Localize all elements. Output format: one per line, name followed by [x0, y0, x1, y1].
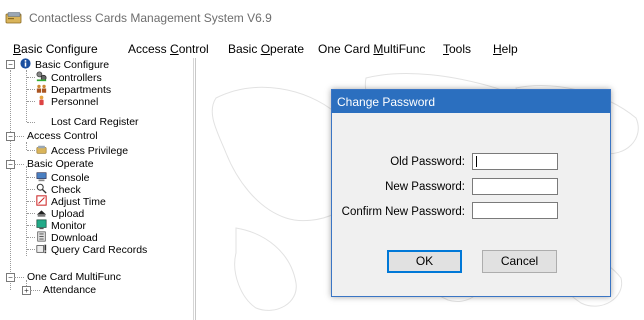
tree-label: Basic Operate — [27, 158, 94, 170]
tree-lost-card-register[interactable]: Lost Card Register — [51, 116, 139, 128]
menu-basic-configure-rest: asic Configure — [21, 42, 98, 56]
old-password-label: Old Password: — [390, 156, 465, 168]
change-password-dialog: Change Password Old Password: New Passwo… — [331, 89, 611, 297]
tree-connector — [10, 70, 11, 290]
tree-label: One Card MultiFunc — [27, 271, 121, 283]
window-titlebar: Contactless Cards Management System V6.9 — [0, 0, 644, 34]
tree-label: Personnel — [51, 96, 99, 108]
confirm-password-field[interactable] — [472, 202, 558, 219]
tree-connector — [27, 122, 35, 123]
tree-console[interactable]: Console — [35, 171, 90, 184]
dialog-titlebar[interactable]: Change Password — [332, 90, 610, 113]
tree-departments[interactable]: Departments — [35, 83, 111, 96]
tree-connector — [27, 237, 35, 238]
download-icon — [37, 231, 46, 242]
tree-connector — [14, 277, 24, 278]
tree-check[interactable]: Check — [35, 183, 81, 196]
controllers-icon — [36, 71, 47, 82]
tree-download[interactable]: Download — [35, 231, 98, 244]
menu-bar: Basic Configure Access Control Basic Ope… — [0, 40, 644, 58]
menu-help[interactable]: Help — [493, 42, 518, 56]
query-records-icon — [36, 244, 47, 254]
tree-label: Attendance — [43, 284, 97, 296]
console-icon — [36, 172, 47, 182]
tree-label: Access Privilege — [51, 145, 129, 157]
tree-one-card-multifunc[interactable]: One Card MultiFunc — [27, 271, 121, 283]
collapse-toggle[interactable]: − — [6, 60, 15, 69]
tree-connector — [14, 164, 24, 165]
access-card-icon — [36, 145, 47, 154]
tree-connector — [27, 201, 35, 202]
tree-connector — [27, 225, 35, 226]
tree-basic-configure[interactable]: Basic Configure — [19, 58, 110, 71]
tree-connector — [27, 77, 35, 78]
tree-upload[interactable]: Upload — [35, 207, 84, 220]
tree-connector — [14, 136, 24, 137]
tree-connector — [27, 213, 35, 214]
tree-connector — [27, 101, 35, 102]
monitor-icon — [36, 219, 47, 230]
tree-adjust-time[interactable]: Adjust Time — [35, 195, 106, 208]
menu-basic-operate[interactable]: Basic Operate — [228, 42, 304, 56]
tree-label: Access Control — [27, 130, 98, 142]
tree-attendance[interactable]: Attendance — [43, 284, 96, 296]
dialog-title: Change Password — [337, 95, 436, 109]
check-icon — [36, 183, 47, 194]
ok-button[interactable]: OK — [387, 250, 462, 273]
tree-label: Lost Card Register — [51, 116, 139, 128]
menu-basic-configure[interactable]: Basic Configure — [13, 42, 98, 56]
tree-access-privilege[interactable]: Access Privilege — [35, 144, 129, 157]
tree-label: Basic Configure — [35, 59, 110, 71]
tree-monitor[interactable]: Monitor — [35, 219, 86, 232]
tree-label: Query Card Records — [51, 244, 148, 256]
old-password-field[interactable] — [472, 153, 558, 170]
tree-connector — [27, 89, 35, 90]
menu-access-control[interactable]: Access Control — [128, 42, 209, 56]
departments-icon — [36, 84, 47, 93]
tree-connector — [27, 249, 35, 250]
tree-connector — [27, 189, 35, 190]
tree-connector — [26, 142, 27, 150]
menu-tools[interactable]: Tools — [443, 42, 471, 56]
text-caret — [476, 156, 477, 167]
window-title: Contactless Cards Management System V6.9 — [29, 11, 272, 25]
new-password-field[interactable] — [472, 178, 558, 195]
tree-connector — [30, 290, 40, 291]
tree-basic-operate[interactable]: Basic Operate — [27, 158, 94, 170]
tree-personnel[interactable]: Personnel — [35, 95, 99, 108]
tree-connector — [27, 177, 35, 178]
new-password-label: New Password: — [385, 181, 465, 193]
upload-icon — [36, 210, 47, 217]
menu-one-card-multifunc[interactable]: One Card MultiFunc — [318, 42, 425, 56]
tree-access-control[interactable]: Access Control — [27, 130, 98, 142]
navigation-tree: − Basic Configure Controllers Department… — [0, 58, 194, 320]
personnel-icon — [39, 95, 44, 106]
confirm-password-label: Confirm New Password: — [341, 206, 465, 218]
tree-connector — [26, 166, 27, 256]
app-card-icon — [5, 12, 22, 24]
cancel-button[interactable]: Cancel — [482, 250, 557, 273]
adjust-time-icon — [36, 195, 47, 206]
tree-query-card-records[interactable]: Query Card Records — [35, 243, 148, 256]
tree-controllers[interactable]: Controllers — [35, 71, 102, 84]
info-icon — [20, 58, 31, 69]
tree-connector — [27, 150, 35, 151]
